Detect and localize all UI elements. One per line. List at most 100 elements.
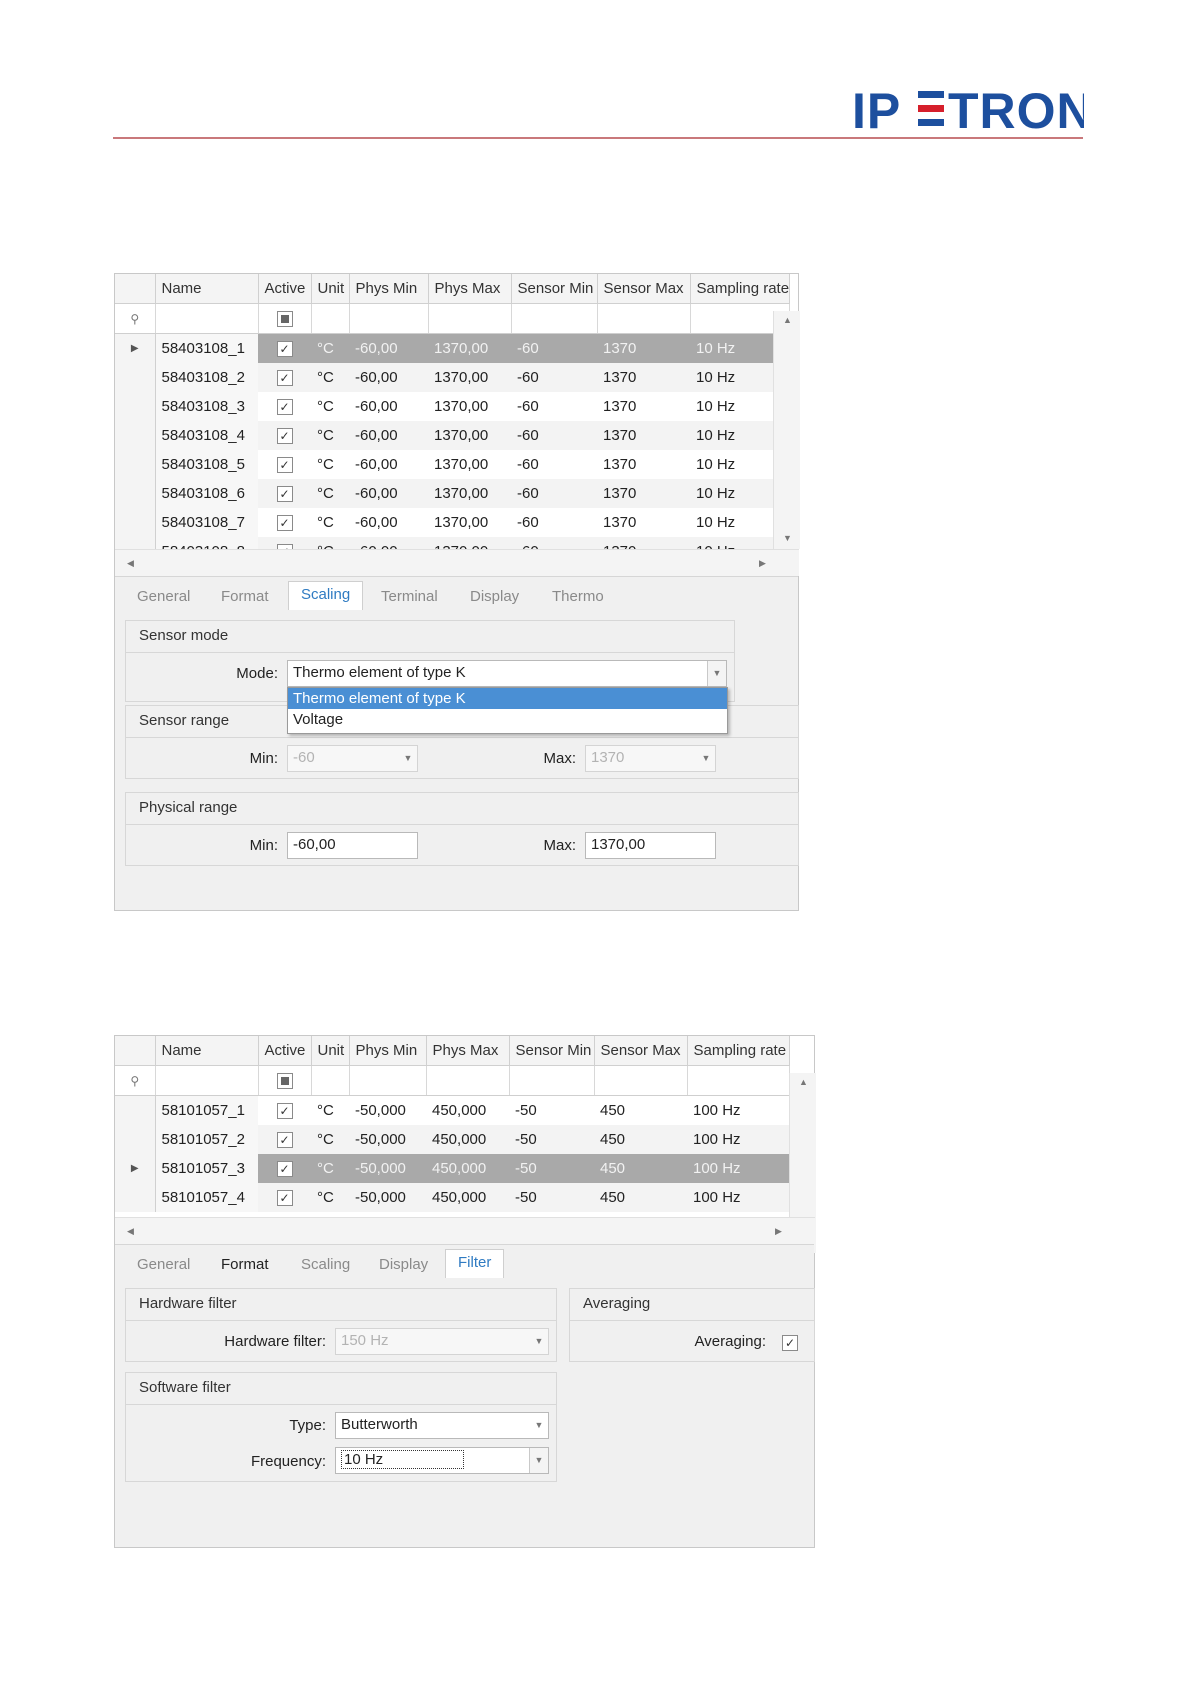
active-checkbox[interactable]: ✓ [276, 1132, 293, 1149]
sensor-max-cell[interactable]: 450 [594, 1183, 687, 1212]
active-cell[interactable]: ✓ [258, 1125, 311, 1154]
tab-display[interactable]: Display [470, 588, 519, 605]
sensor-max-cell[interactable]: 1370 [597, 333, 690, 363]
column-header[interactable]: Sampling rate [690, 274, 790, 304]
scroll-left-icon[interactable]: ◀ [127, 1226, 134, 1237]
phys-min-cell[interactable]: -60,00 [349, 333, 428, 363]
channel-name-cell[interactable]: 58403108_4 [155, 421, 258, 450]
channel-name-cell[interactable]: 58403108_6 [155, 479, 258, 508]
filter-cell[interactable] [509, 1065, 595, 1096]
channel-name-cell[interactable]: 58403108_2 [155, 363, 258, 392]
sensor-min-cell[interactable]: -60 [511, 479, 597, 508]
sensor-min-cell[interactable]: -60 [511, 450, 597, 479]
phys-min-cell[interactable]: -60,00 [349, 508, 428, 537]
filter-cell-name[interactable] [155, 303, 259, 334]
filter-cell[interactable] [349, 303, 429, 334]
active-checkbox[interactable]: ✓ [276, 341, 293, 358]
filter-cell[interactable] [511, 303, 598, 334]
sensor-min-cell[interactable]: -50 [509, 1183, 594, 1212]
filter-cell[interactable] [594, 1065, 688, 1096]
phys-max-cell[interactable]: 450,000 [426, 1183, 509, 1212]
unit-cell[interactable]: °C [311, 363, 349, 392]
row-indicator[interactable] [115, 479, 156, 508]
column-header[interactable]: Name [155, 274, 259, 304]
table-row[interactable]: 58403108_6 ✓ °C -60,00 1370,00 -60 1370 10 Hz [115, 479, 789, 508]
sensor-min-cell[interactable]: -50 [509, 1154, 594, 1183]
column-header[interactable]: Phys Max [428, 274, 512, 304]
row-indicator[interactable] [115, 508, 156, 537]
phys-max-cell[interactable]: 1370,00 [428, 479, 511, 508]
chevron-down-icon[interactable]: ▼ [707, 661, 726, 686]
sampling-rate-cell[interactable]: 100 Hz [687, 1125, 789, 1154]
mode-option-voltage[interactable]: Voltage [288, 709, 727, 730]
filter-cell[interactable] [597, 303, 691, 334]
table-row[interactable]: 58403108_3 ✓ °C -60,00 1370,00 -60 1370 10 Hz [115, 392, 789, 421]
column-header[interactable]: Active [258, 1036, 312, 1066]
active-cell[interactable]: ✓ [258, 1154, 311, 1183]
active-cell[interactable]: ✓ [258, 1183, 311, 1212]
tab-filter[interactable]: Filter [445, 1249, 505, 1278]
filter-pin-icon[interactable]: ⚲ [115, 303, 156, 334]
chevron-down-icon[interactable]: ▼ [530, 1329, 548, 1354]
column-header[interactable]: Phys Max [426, 1036, 510, 1066]
column-header[interactable]: Sensor Max [594, 1036, 688, 1066]
phys-min-cell[interactable]: -60,00 [349, 479, 428, 508]
row-indicator[interactable] [115, 1183, 156, 1212]
phys-max-cell[interactable]: 1370,00 [428, 363, 511, 392]
tab-terminal[interactable]: Terminal [381, 588, 438, 605]
filter-cell[interactable] [428, 303, 512, 334]
tab-scaling[interactable]: Scaling [301, 1256, 350, 1273]
channel-name-cell[interactable]: 58101057_3 [155, 1154, 258, 1183]
active-cell[interactable]: ✓ [258, 392, 311, 421]
column-header[interactable]: Phys Min [349, 1036, 427, 1066]
scroll-right-icon[interactable]: ▶ [759, 558, 766, 569]
column-header[interactable]: Unit [311, 1036, 350, 1066]
filter-cell-active[interactable] [258, 1065, 312, 1096]
filter-cell-name[interactable] [155, 1065, 259, 1096]
sensor-max-field[interactable]: 1370 ▼ [585, 745, 716, 772]
column-header[interactable]: Active [258, 274, 312, 304]
vertical-scrollbar[interactable]: ▲ ▼ [773, 311, 800, 549]
active-checkbox[interactable]: ✓ [276, 486, 293, 503]
column-header[interactable]: Sampling rate [687, 1036, 790, 1066]
channel-name-cell[interactable]: 58101057_2 [155, 1125, 258, 1154]
channel-name-cell[interactable]: 58403108_5 [155, 450, 258, 479]
unit-cell[interactable]: °C [311, 1183, 349, 1212]
sampling-rate-cell[interactable]: 100 Hz [687, 1095, 789, 1125]
sampling-rate-cell[interactable]: 100 Hz [687, 1154, 789, 1183]
row-indicator[interactable] [115, 450, 156, 479]
filter-type-dropdown[interactable]: Butterworth ▼ [335, 1412, 549, 1439]
sensor-min-cell[interactable]: -60 [511, 392, 597, 421]
sensor-max-cell[interactable]: 1370 [597, 450, 690, 479]
unit-cell[interactable]: °C [311, 333, 349, 363]
active-checkbox[interactable]: ✓ [276, 399, 293, 416]
channel-name-cell[interactable]: 58403108_7 [155, 508, 258, 537]
sensor-min-field[interactable]: -60 ▼ [287, 745, 418, 772]
horizontal-scrollbar[interactable]: ◀ ▶ [115, 549, 799, 576]
hardware-filter-field[interactable]: 150 Hz ▼ [335, 1328, 549, 1355]
row-indicator[interactable] [115, 363, 156, 392]
column-header[interactable]: Unit [311, 274, 350, 304]
chevron-down-icon[interactable]: ▼ [529, 1448, 548, 1473]
filter-cell[interactable] [311, 1065, 350, 1096]
mode-option-thermo[interactable]: Thermo element of type K [288, 688, 727, 709]
sensor-max-cell[interactable]: 1370 [597, 392, 690, 421]
active-checkbox[interactable]: ✓ [276, 457, 293, 474]
chevron-down-icon[interactable]: ▼ [697, 746, 715, 771]
sensor-min-cell[interactable]: -60 [511, 333, 597, 363]
chevron-down-icon[interactable]: ▼ [530, 1413, 548, 1438]
phys-max-cell[interactable]: 1370,00 [428, 450, 511, 479]
checkbox-indeterminate-icon[interactable] [276, 311, 293, 328]
phys-max-cell[interactable]: 1370,00 [428, 392, 511, 421]
frequency-dropdown[interactable]: 10 Hz ▼ [335, 1447, 549, 1474]
tab-thermo[interactable]: Thermo [552, 588, 604, 605]
phys-max-cell[interactable]: 1370,00 [428, 508, 511, 537]
active-cell[interactable]: ✓ [258, 363, 311, 392]
sensor-min-cell[interactable]: -60 [511, 421, 597, 450]
unit-cell[interactable]: °C [311, 1095, 349, 1125]
phys-max-cell[interactable]: 1370,00 [428, 421, 511, 450]
active-cell[interactable]: ✓ [258, 421, 311, 450]
filter-cell[interactable] [687, 1065, 790, 1096]
unit-cell[interactable]: °C [311, 1154, 349, 1183]
phys-min-cell[interactable]: -60,00 [349, 421, 428, 450]
